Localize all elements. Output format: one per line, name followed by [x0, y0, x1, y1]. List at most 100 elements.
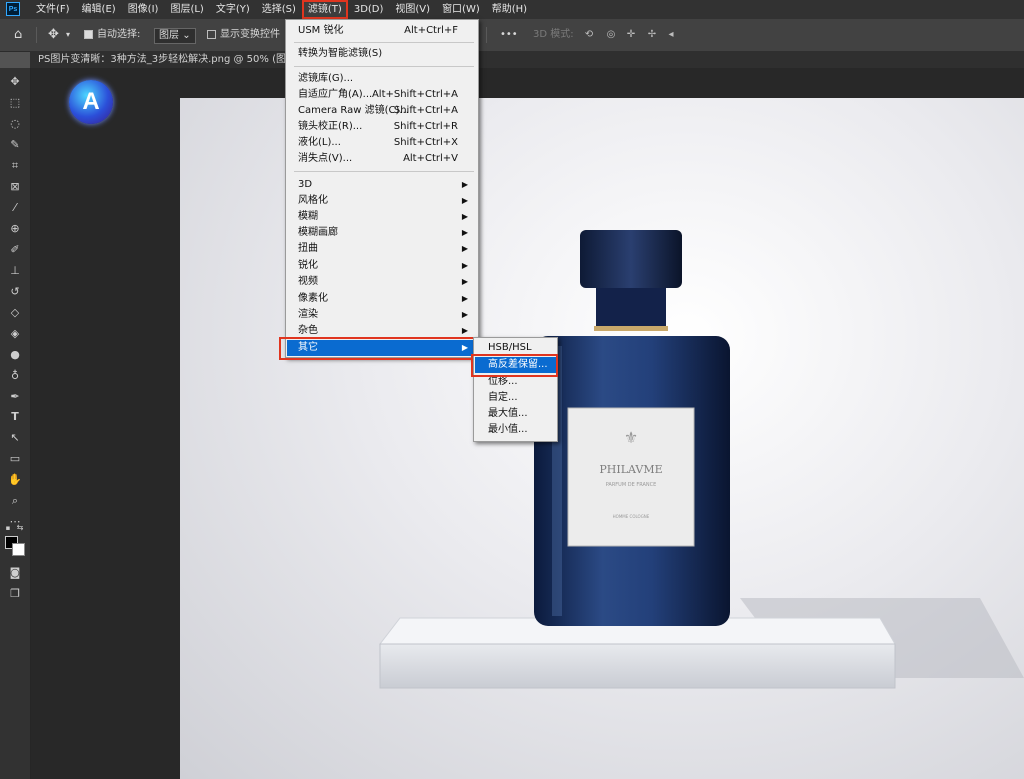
menu-layer[interactable]: 图层(L) — [164, 0, 209, 19]
menu-item-label: 转换为智能滤镜(S) — [298, 48, 383, 59]
menu-item-filter-gallery[interactable]: 滤镜库(G)... — [298, 71, 472, 87]
menu-item-pixelate[interactable]: 像素化 ▶ — [298, 291, 472, 307]
zoom-tool-icon[interactable]: ⌕ — [6, 493, 24, 509]
menu-type[interactable]: 文字(Y) — [210, 0, 256, 19]
pen-tool-icon[interactable]: ✒ — [6, 389, 24, 405]
menu-item-vanishing-point[interactable]: 消失点(V)... Alt+Ctrl+V — [298, 151, 472, 167]
healing-brush-tool-icon[interactable]: ⊕ — [6, 221, 24, 237]
stamp-tool-icon[interactable]: ⊥ — [6, 263, 24, 279]
menu-item-label: 自适应广角(A)... — [298, 89, 373, 100]
path-select-tool-icon[interactable]: ↖ — [6, 430, 24, 446]
label-subtitle: PARFUM DE FRANCE — [606, 482, 657, 488]
menu-item-label: 模糊画廊 — [298, 227, 338, 238]
menu-select[interactable]: 选择(S) — [256, 0, 302, 19]
bottle-collar — [594, 326, 668, 331]
acrylic-stand-front — [379, 643, 896, 689]
default-colors-icon[interactable]: ▪ — [2, 520, 14, 536]
menu-item-shortcut: Alt+Ctrl+F — [404, 25, 458, 36]
menu-3d[interactable]: 3D(D) — [348, 0, 390, 19]
watermark-logo: A — [69, 80, 113, 124]
menu-item-liquify[interactable]: 液化(L)... Shift+Ctrl+X — [298, 135, 472, 151]
paint-bucket-tool-icon[interactable]: ◈ — [6, 326, 24, 342]
3d-slide-icon[interactable]: ✢ — [645, 28, 659, 42]
history-brush-tool-icon[interactable]: ↺ — [6, 284, 24, 300]
menu-item-label: USM 锐化 — [298, 25, 344, 36]
3d-orbit-icon[interactable]: ⟲ — [582, 28, 596, 42]
menu-view[interactable]: 视图(V) — [389, 0, 436, 19]
layer-select-value: 图层 — [159, 30, 179, 41]
menu-image[interactable]: 图像(I) — [122, 0, 165, 19]
menu-item-sharpen[interactable]: 锐化 ▶ — [298, 258, 472, 274]
submenu-arrow-icon: ▶ — [461, 180, 468, 189]
submenu-arrow-icon: ▶ — [461, 196, 468, 205]
eraser-tool-icon[interactable]: ◇ — [6, 305, 24, 321]
label-brand: PHILAVME — [599, 463, 662, 476]
menu-filter[interactable]: 滤镜(T) — [301, 0, 348, 19]
lasso-tool-icon[interactable]: ◌ — [6, 116, 24, 132]
menu-item-camera-raw[interactable]: Camera Raw 滤镜(C)... Shift+Ctrl+A — [298, 103, 472, 119]
move-tool-icon[interactable]: ✥ — [48, 19, 59, 51]
bottle-cap — [580, 230, 682, 288]
3d-mode-label: 3D 模式: — [533, 29, 574, 40]
show-transform-label: 显示变换控件 — [220, 29, 280, 40]
menu-item-label: 渲染 — [298, 309, 318, 320]
screen-mode-icon[interactable]: ❐ — [6, 586, 24, 602]
blur-tool-icon[interactable]: ● — [6, 347, 24, 363]
menu-item-distort[interactable]: 扭曲 ▶ — [298, 241, 472, 257]
3d-pan-icon[interactable]: ✛ — [624, 28, 638, 42]
menu-file[interactable]: 文件(F) — [30, 0, 76, 19]
menu-item-label: 模糊 — [298, 211, 318, 222]
menu-item-3d[interactable]: 3D ▶ — [298, 177, 472, 193]
quick-select-tool-icon[interactable]: ✎ — [6, 137, 24, 153]
bottle-neck — [596, 288, 666, 328]
menu-item-label: 消失点(V)... — [298, 153, 353, 164]
submenu-arrow-icon: ▶ — [461, 212, 468, 221]
options-divider — [36, 27, 37, 43]
menu-item-label: 扭曲 — [298, 243, 318, 254]
menu-item-video[interactable]: 视频 ▶ — [298, 274, 472, 290]
home-icon[interactable]: ⌂ — [14, 19, 22, 51]
eyedropper-tool-icon[interactable]: ⁄ — [6, 200, 24, 216]
menu-item-label: Camera Raw 滤镜(C)... — [298, 105, 409, 116]
auto-select-label: 自动选择: — [97, 29, 141, 40]
more-options-button[interactable]: ••• — [500, 19, 518, 51]
chevron-down-icon[interactable]: ▾ — [66, 19, 70, 51]
menu-item-lens-correction[interactable]: 镜头校正(R)... Shift+Ctrl+R — [298, 119, 472, 135]
submenu-item-custom[interactable]: 自定... — [488, 390, 554, 406]
highlight-box-other — [279, 337, 477, 360]
highlight-box-high-pass — [471, 354, 558, 377]
checkbox-unchecked-icon — [207, 29, 216, 39]
3d-roll-icon[interactable]: ◎ — [604, 28, 618, 42]
quick-mask-icon[interactable]: ◙ — [6, 565, 24, 581]
document-tab[interactable]: PS图片变清晰：3种方法_3步轻松解决.png @ 50% (图层 — [38, 51, 296, 68]
3d-scale-icon[interactable]: ◂ — [664, 28, 678, 42]
type-tool-icon[interactable]: T — [6, 409, 24, 425]
menu-item-render[interactable]: 渲染 ▶ — [298, 307, 472, 323]
auto-select-checkbox[interactable]: 自动选择: — [84, 19, 140, 51]
show-transform-checkbox[interactable]: 显示变换控件 — [207, 19, 280, 51]
menu-item-usm-sharpen[interactable]: USM 锐化 Alt+Ctrl+F — [298, 23, 472, 39]
menu-item-adaptive-wide-angle[interactable]: 自适应广角(A)... Alt+Shift+Ctrl+A — [298, 87, 472, 103]
frame-tool-icon[interactable]: ⊠ — [6, 179, 24, 195]
menu-item-blur-gallery[interactable]: 模糊画廊 ▶ — [298, 225, 472, 241]
swap-colors-icon[interactable]: ⇆ — [14, 520, 26, 536]
menu-item-blur[interactable]: 模糊 ▶ — [298, 209, 472, 225]
layer-select[interactable]: 图层 ⌄ — [154, 28, 196, 44]
submenu-item-minimum[interactable]: 最小值... — [488, 422, 554, 438]
menu-item-convert-smart-filter[interactable]: 转换为智能滤镜(S) — [298, 46, 472, 62]
menu-window[interactable]: 窗口(W) — [436, 0, 486, 19]
menu-help[interactable]: 帮助(H) — [486, 0, 533, 19]
background-color-swatch[interactable] — [12, 543, 25, 556]
brush-tool-icon[interactable]: ✐ — [6, 242, 24, 258]
hand-tool-icon[interactable]: ✋ — [6, 472, 24, 488]
crop-tool-icon[interactable]: ⌗ — [6, 158, 24, 174]
submenu-item-maximum[interactable]: 最大值... — [488, 406, 554, 422]
dodge-tool-icon[interactable]: ♁ — [6, 368, 24, 384]
move-tool-icon[interactable]: ✥ — [6, 74, 24, 90]
marquee-tool-icon[interactable]: ⬚ — [6, 95, 24, 111]
menu-edit[interactable]: 编辑(E) — [76, 0, 122, 19]
menu-item-stylize[interactable]: 风格化 ▶ — [298, 193, 472, 209]
menu-items: 文件(F) 编辑(E) 图像(I) 图层(L) 文字(Y) 选择(S) 滤镜(T… — [30, 0, 533, 19]
shape-tool-icon[interactable]: ▭ — [6, 451, 24, 467]
photoshop-logo-icon[interactable]: Ps — [6, 2, 20, 16]
